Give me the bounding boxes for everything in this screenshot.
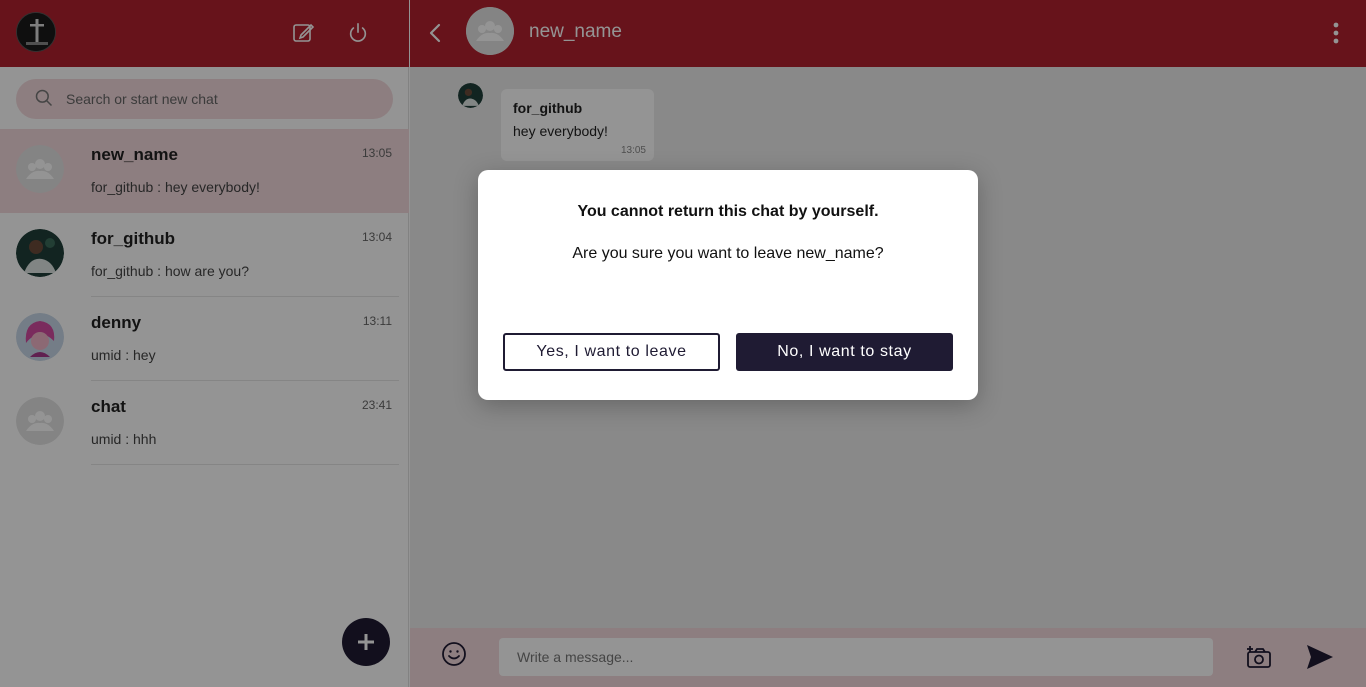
leave-button[interactable]: Yes, I want to leave [503, 333, 720, 371]
dialog-title: You cannot return this chat by yourself. [577, 203, 879, 220]
stay-button[interactable]: No, I want to stay [736, 333, 953, 371]
dialog-message: Are you sure you want to leave new_name? [572, 245, 884, 262]
leave-chat-dialog: You cannot return this chat by yourself.… [478, 170, 978, 400]
